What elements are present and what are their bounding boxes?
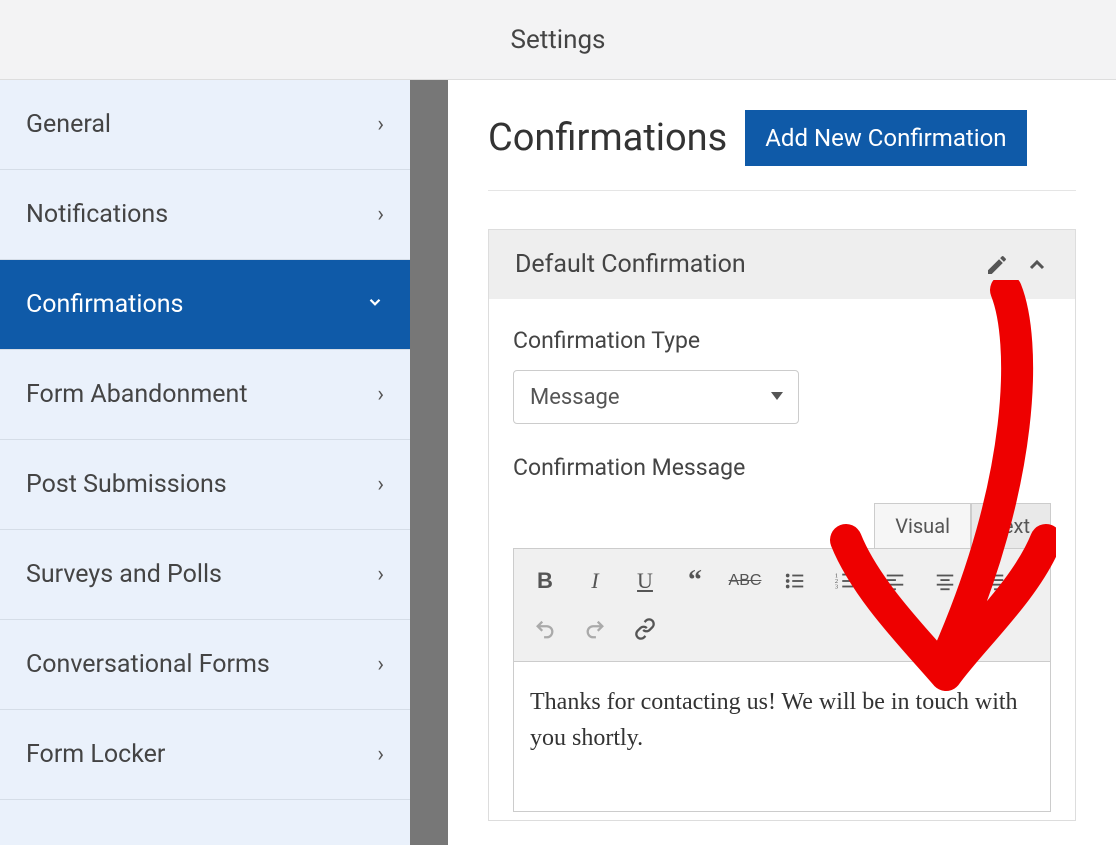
sidebar-item-confirmations[interactable]: Confirmations	[0, 260, 410, 350]
top-bar: Settings	[0, 0, 1116, 80]
undo-icon[interactable]	[522, 607, 568, 651]
confirmation-panel: Default Confirmation Confirmation Type M…	[488, 229, 1076, 821]
editor: Visual Text B I U “ ABC 123	[513, 503, 1051, 812]
confirmation-message-label: Confirmation Message	[513, 454, 1051, 481]
sidebar-item-label: Confirmations	[26, 290, 183, 319]
panel-title: Default Confirmation	[515, 250, 969, 279]
chevron-right-icon: ›	[377, 652, 384, 677]
chevron-right-icon: ›	[377, 562, 384, 587]
redo-icon[interactable]	[572, 607, 618, 651]
panel-body: Confirmation Type Message Confirmation M…	[489, 299, 1075, 820]
main-header: Confirmations Add New Confirmation	[488, 110, 1076, 191]
layout: General › Notifications › Confirmations …	[0, 80, 1116, 845]
sidebar-item-general[interactable]: General ›	[0, 80, 410, 170]
sidebar-item-surveys-polls[interactable]: Surveys and Polls ›	[0, 530, 410, 620]
align-left-icon[interactable]	[872, 559, 918, 603]
link-icon[interactable]	[622, 607, 668, 651]
confirmation-type-label: Confirmation Type	[513, 327, 1051, 354]
sidebar-item-label: Conversational Forms	[26, 650, 270, 679]
page-title: Settings	[511, 25, 606, 55]
chevron-right-icon: ›	[377, 742, 384, 767]
main-heading: Confirmations	[488, 116, 727, 160]
chevron-down-icon	[366, 292, 384, 317]
bold-icon[interactable]: B	[522, 559, 568, 603]
sidebar-item-notifications[interactable]: Notifications ›	[0, 170, 410, 260]
chevron-right-icon: ›	[377, 382, 384, 407]
confirmation-type-select[interactable]: Message	[513, 370, 799, 424]
bullet-list-icon[interactable]	[772, 559, 818, 603]
sidebar-item-label: Form Abandonment	[26, 380, 248, 409]
settings-sidebar: General › Notifications › Confirmations …	[0, 80, 410, 845]
sidebar-item-form-abandonment[interactable]: Form Abandonment ›	[0, 350, 410, 440]
editor-toolbar: B I U “ ABC 123	[513, 548, 1051, 662]
sidebar-item-label: General	[26, 110, 111, 139]
gutter	[410, 80, 448, 845]
tab-visual[interactable]: Visual	[874, 503, 971, 548]
align-right-icon[interactable]	[972, 559, 1018, 603]
editor-tabs: Visual Text	[513, 503, 1051, 548]
sidebar-item-label: Surveys and Polls	[26, 560, 222, 589]
collapse-icon[interactable]	[1025, 253, 1049, 277]
sidebar-item-label: Form Locker	[26, 740, 165, 769]
align-center-icon[interactable]	[922, 559, 968, 603]
sidebar-item-label: Notifications	[26, 200, 168, 229]
chevron-right-icon: ›	[377, 112, 384, 137]
quote-icon[interactable]: “	[672, 559, 718, 603]
sidebar-item-conversational-forms[interactable]: Conversational Forms ›	[0, 620, 410, 710]
panel-header[interactable]: Default Confirmation	[489, 230, 1075, 299]
sidebar-item-post-submissions[interactable]: Post Submissions ›	[0, 440, 410, 530]
strikethrough-icon[interactable]: ABC	[722, 559, 768, 603]
tab-text[interactable]: Text	[971, 503, 1051, 548]
italic-icon[interactable]: I	[572, 559, 618, 603]
chevron-right-icon: ›	[377, 202, 384, 227]
main-content: Confirmations Add New Confirmation Defau…	[448, 80, 1116, 845]
sidebar-item-form-locker[interactable]: Form Locker ›	[0, 710, 410, 800]
edit-icon[interactable]	[985, 253, 1009, 277]
add-new-confirmation-button[interactable]: Add New Confirmation	[745, 110, 1026, 166]
confirmation-type-select-wrap: Message	[513, 370, 799, 424]
sidebar-item-label: Post Submissions	[26, 470, 227, 499]
chevron-right-icon: ›	[377, 472, 384, 497]
numbered-list-icon[interactable]: 123	[822, 559, 868, 603]
editor-content[interactable]: Thanks for contacting us! We will be in …	[513, 662, 1051, 812]
underline-icon[interactable]: U	[622, 559, 668, 603]
svg-text:3: 3	[835, 583, 838, 590]
